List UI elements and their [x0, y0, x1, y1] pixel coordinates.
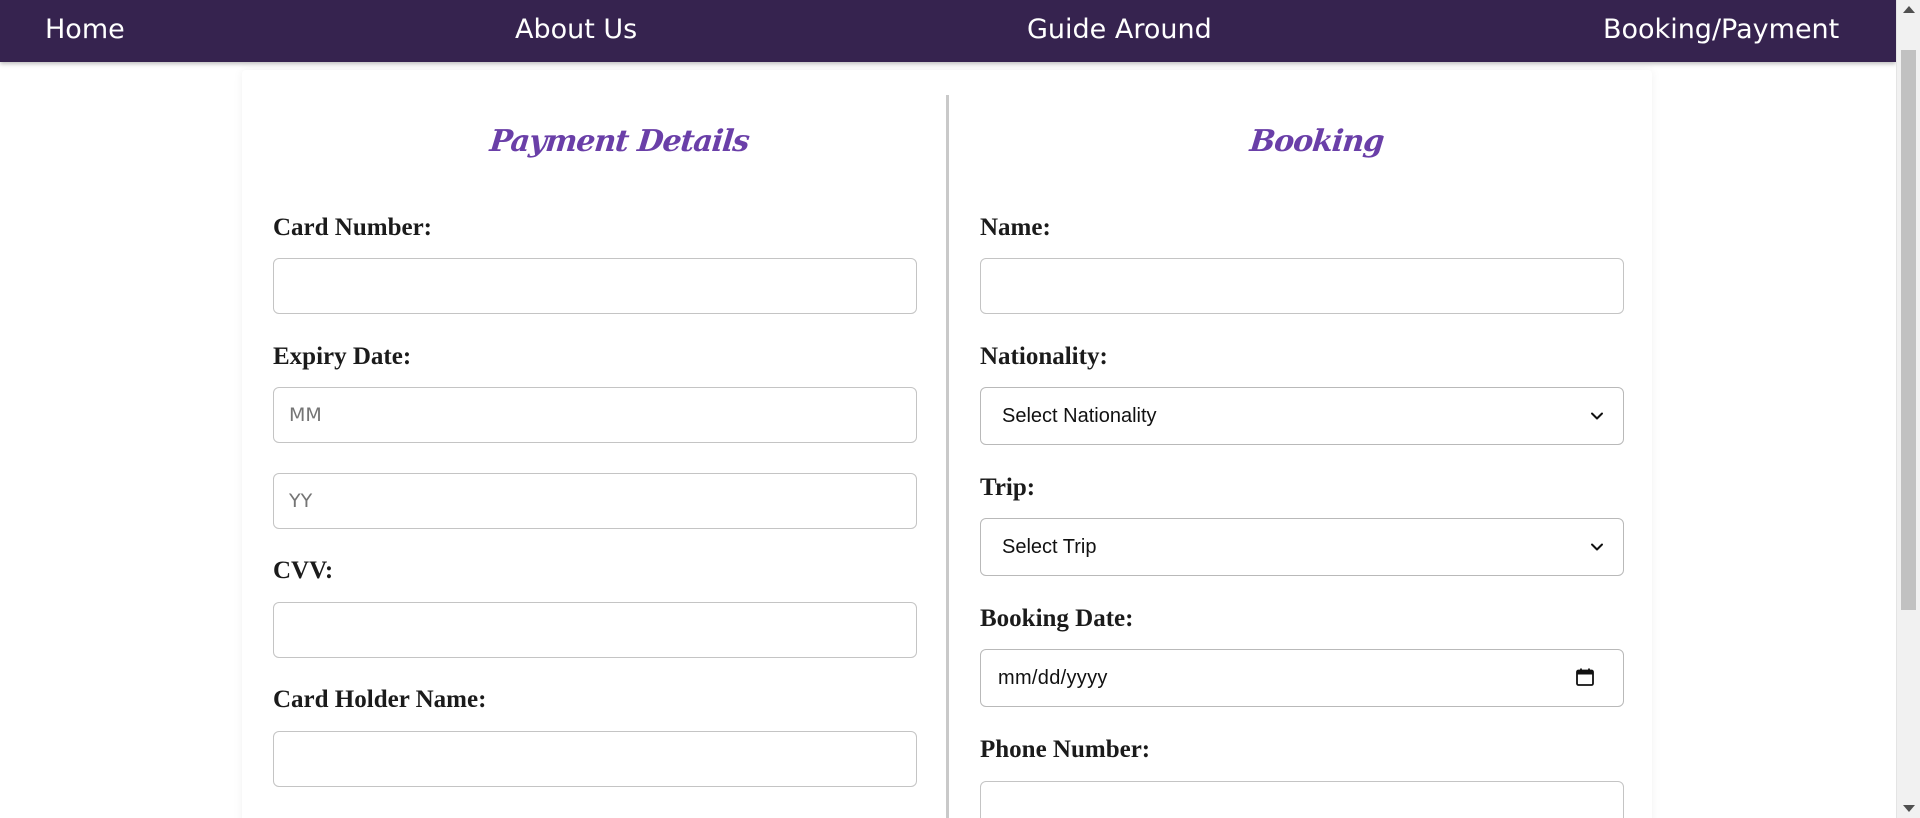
page-viewport: Home About Us Guide Around Booking/Payme… — [0, 0, 1896, 818]
trip-selected-value: Select Trip — [1002, 536, 1097, 558]
name-label: Name: — [980, 214, 1051, 241]
column-divider — [946, 95, 949, 818]
cvv-label: CVV: — [273, 557, 334, 584]
expiry-month-input[interactable] — [273, 387, 917, 443]
nav-booking-payment-link[interactable]: Booking/Payment — [1603, 12, 1839, 48]
top-navbar: Home About Us Guide Around Booking/Payme… — [0, 0, 1896, 62]
nav-about-link[interactable]: About Us — [515, 12, 637, 48]
chevron-down-icon — [1591, 412, 1603, 420]
scroll-up-arrow-icon[interactable] — [1903, 6, 1915, 13]
payment-details-title: Payment Details — [488, 124, 751, 159]
nationality-select[interactable]: Select Nationality — [980, 387, 1624, 445]
name-input[interactable] — [980, 258, 1624, 314]
cvv-input[interactable] — [273, 602, 917, 658]
trip-label: Trip: — [980, 474, 1036, 501]
nav-guide-link[interactable]: Guide Around — [1027, 12, 1212, 48]
nationality-label: Nationality: — [980, 343, 1108, 370]
expiry-year-input[interactable] — [273, 473, 917, 529]
card-holder-name-label: Card Holder Name: — [273, 686, 487, 713]
scroll-down-arrow-icon[interactable] — [1903, 805, 1915, 812]
card-holder-name-input[interactable] — [273, 731, 917, 787]
nav-home-link[interactable]: Home — [45, 12, 125, 48]
card-number-input[interactable] — [273, 258, 917, 314]
card-number-label: Card Number: — [273, 214, 433, 241]
trip-select[interactable]: Select Trip — [980, 518, 1624, 576]
calendar-icon[interactable] — [1575, 667, 1595, 687]
booking-title: Booking — [1248, 124, 1386, 159]
booking-date-value: mm/dd/yyyy — [998, 667, 1108, 689]
chevron-down-icon — [1591, 543, 1603, 551]
phone-number-input[interactable] — [980, 781, 1624, 818]
nationality-selected-value: Select Nationality — [1002, 405, 1157, 427]
phone-number-label: Phone Number: — [980, 736, 1151, 763]
booking-date-label: Booking Date: — [980, 605, 1134, 632]
expiry-date-label: Expiry Date: — [273, 343, 412, 370]
vertical-scrollbar[interactable] — [1896, 0, 1920, 818]
booking-date-input[interactable]: mm/dd/yyyy — [980, 649, 1624, 707]
scrollbar-thumb[interactable] — [1901, 50, 1916, 610]
